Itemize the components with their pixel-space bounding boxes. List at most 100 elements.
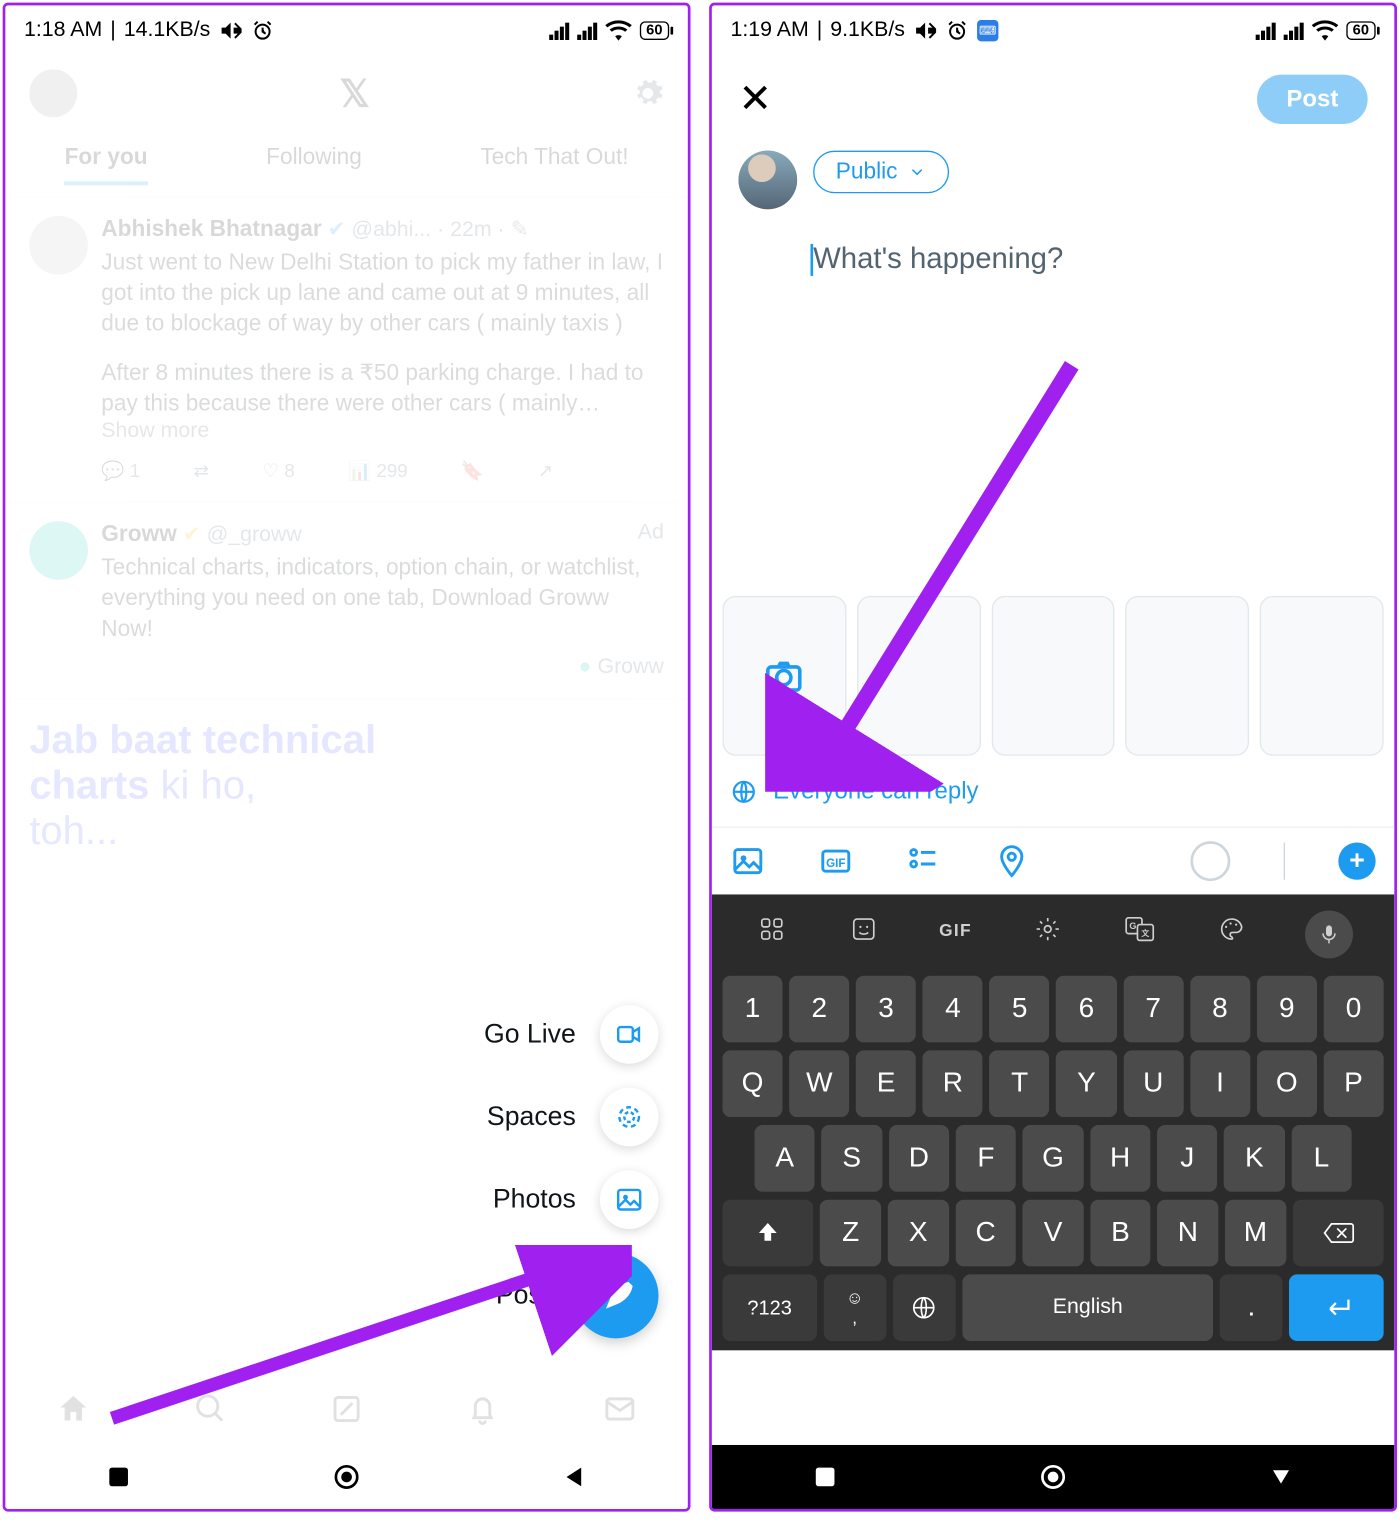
key[interactable]: Z	[820, 1200, 881, 1267]
key[interactable]: 0	[1323, 976, 1383, 1043]
enter-key[interactable]	[1289, 1274, 1383, 1341]
backspace-key[interactable]	[1292, 1200, 1383, 1267]
key[interactable]: 9	[1257, 976, 1317, 1043]
like-icon[interactable]: ♡ 8	[262, 459, 294, 482]
share-icon[interactable]: ↗	[537, 459, 553, 482]
tweet-avatar[interactable]	[29, 216, 88, 275]
lang-key[interactable]	[893, 1274, 956, 1341]
recent-icon[interactable]	[813, 1465, 837, 1489]
key[interactable]: 8	[1190, 976, 1250, 1043]
kbd-sticker-icon[interactable]	[845, 910, 882, 947]
key[interactable]: G	[1023, 1125, 1083, 1192]
gallery-thumb[interactable]	[991, 596, 1115, 756]
fab-photos[interactable]: Photos	[493, 1170, 659, 1229]
key[interactable]: X	[888, 1200, 949, 1267]
key[interactable]: L	[1291, 1125, 1351, 1192]
kbd-theme-icon[interactable]	[1213, 910, 1250, 947]
tweet-ad[interactable]: Groww ✔ @_groww Ad Technical charts, ind…	[5, 502, 687, 699]
symbols-key[interactable]: ?123	[722, 1274, 816, 1341]
promo-card[interactable]: Jab baat technical charts ki ho, toh...	[5, 699, 687, 872]
retweet-icon[interactable]: ⇄	[193, 459, 209, 482]
key[interactable]: V	[1023, 1200, 1084, 1267]
shift-key[interactable]	[722, 1200, 813, 1267]
show-more-link[interactable]: Show more	[101, 419, 209, 442]
fab-spaces[interactable]: Spaces	[487, 1088, 659, 1147]
key[interactable]: D	[889, 1125, 949, 1192]
key[interactable]: T	[990, 1050, 1050, 1117]
compose-toolbar: GIF +	[712, 828, 1394, 895]
fab-golive[interactable]: Go Live	[484, 1005, 659, 1064]
bell-icon[interactable]	[466, 1392, 501, 1427]
key[interactable]: 4	[923, 976, 983, 1043]
key[interactable]: Y	[1056, 1050, 1116, 1117]
gif-icon[interactable]: GIF	[818, 844, 853, 879]
key[interactable]: 7	[1123, 976, 1183, 1043]
gallery-thumb[interactable]	[1260, 596, 1384, 756]
avatar[interactable]	[29, 69, 77, 117]
back-icon[interactable]	[563, 1465, 587, 1489]
tab-for-you[interactable]: For you	[65, 144, 148, 185]
kbd-settings-icon[interactable]	[1029, 910, 1066, 947]
recent-icon[interactable]	[106, 1465, 130, 1489]
key[interactable]: A	[754, 1125, 814, 1192]
fab-post[interactable]: Post	[496, 1253, 659, 1338]
key[interactable]: 6	[1056, 976, 1116, 1043]
key[interactable]: K	[1224, 1125, 1284, 1192]
home-nav-icon[interactable]	[1038, 1462, 1067, 1491]
tweet-avatar[interactable]	[29, 521, 88, 580]
camera-thumb[interactable]	[722, 596, 846, 756]
key[interactable]: Q	[722, 1050, 782, 1117]
key[interactable]: E	[856, 1050, 916, 1117]
tweet-item[interactable]: Abhishek Bhatnagar ✔ @abhi... · 22m · ✎ …	[5, 197, 687, 502]
key[interactable]: 2	[789, 976, 849, 1043]
location-icon[interactable]	[994, 844, 1029, 879]
key[interactable]: N	[1158, 1200, 1219, 1267]
tab-custom[interactable]: Tech That Out!	[480, 144, 628, 185]
audience-selector[interactable]: Public	[813, 151, 949, 194]
hide-kbd-icon[interactable]	[1269, 1465, 1293, 1489]
key[interactable]: B	[1090, 1200, 1151, 1267]
kbd-gif-icon[interactable]: GIF	[937, 910, 974, 947]
key[interactable]: U	[1123, 1050, 1183, 1117]
home-icon[interactable]	[56, 1392, 91, 1427]
key[interactable]: C	[955, 1200, 1016, 1267]
period-key[interactable]: .	[1220, 1274, 1283, 1341]
key[interactable]: R	[923, 1050, 983, 1117]
key[interactable]: 5	[990, 976, 1050, 1043]
poll-icon[interactable]	[906, 844, 941, 879]
key[interactable]: I	[1190, 1050, 1250, 1117]
key[interactable]: J	[1157, 1125, 1217, 1192]
post-button[interactable]: Post	[1257, 75, 1368, 124]
gallery-thumb[interactable]	[1126, 596, 1250, 756]
image-icon[interactable]	[730, 844, 765, 879]
grok-icon[interactable]	[329, 1392, 364, 1427]
close-icon[interactable]: ✕	[738, 76, 772, 123]
kbd-translate-icon[interactable]: G文	[1121, 910, 1158, 947]
key[interactable]: P	[1323, 1050, 1383, 1117]
gallery-thumb[interactable]	[857, 596, 981, 756]
gear-icon[interactable]	[632, 77, 664, 109]
space-key[interactable]: English	[962, 1274, 1213, 1341]
key[interactable]: 1	[722, 976, 782, 1043]
user-avatar[interactable]	[738, 151, 797, 210]
tab-following[interactable]: Following	[266, 144, 362, 185]
bookmark-icon[interactable]: 🔖	[461, 459, 484, 482]
compose-input[interactable]: What's happening?	[813, 241, 1394, 276]
kbd-more-icon[interactable]	[753, 910, 790, 947]
key[interactable]: 3	[856, 976, 916, 1043]
key[interactable]: S	[822, 1125, 882, 1192]
search-icon[interactable]	[193, 1392, 228, 1427]
home-nav-icon[interactable]	[332, 1462, 361, 1491]
views-icon[interactable]: 📊 299	[348, 459, 408, 482]
key[interactable]: H	[1090, 1125, 1150, 1192]
kbd-mic-icon[interactable]	[1306, 910, 1354, 958]
key[interactable]: M	[1225, 1200, 1286, 1267]
mail-icon[interactable]	[602, 1392, 637, 1427]
reply-icon[interactable]: 💬 1	[101, 459, 140, 482]
reply-setting[interactable]: Everyone can reply	[712, 756, 1394, 828]
emoji-key[interactable]: ☺,	[823, 1274, 886, 1341]
add-thread-button[interactable]: +	[1338, 842, 1375, 879]
key[interactable]: W	[789, 1050, 849, 1117]
key[interactable]: O	[1257, 1050, 1317, 1117]
key[interactable]: F	[956, 1125, 1016, 1192]
